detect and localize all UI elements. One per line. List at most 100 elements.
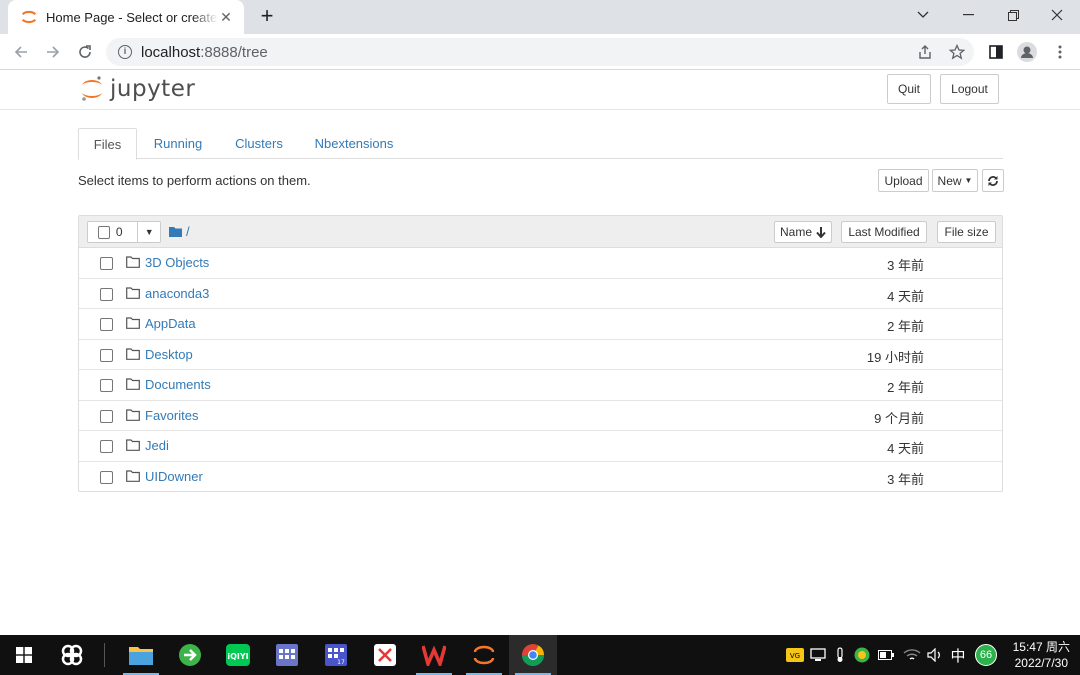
table-row[interactable]: 3D Objects 3 年前 (79, 248, 1002, 279)
side-panel-icon[interactable] (986, 42, 1006, 62)
address-bar[interactable]: i localhost:8888/tree (106, 38, 974, 66)
tray-app-ball-icon[interactable] (852, 635, 872, 675)
sort-name-button[interactable]: Name (774, 221, 832, 243)
tab-running[interactable]: Running (144, 128, 212, 159)
site-info-icon[interactable]: i (118, 45, 132, 59)
jupyter-logo-text: jupyter (110, 76, 196, 102)
tray-monitor-icon[interactable] (808, 635, 828, 675)
calendar-17-icon[interactable]: 17 (312, 635, 360, 675)
row-checkbox[interactable] (100, 287, 113, 301)
row-checkbox[interactable] (100, 470, 113, 484)
row-checkbox[interactable] (100, 379, 113, 392)
svg-text:iQIYI: iQIYI (227, 652, 248, 661)
folder-icon (126, 378, 140, 390)
sort-size-button[interactable]: File size (937, 221, 996, 243)
iqiyi-icon[interactable]: iQIYI (214, 635, 262, 675)
select-all-checkbox[interactable] (98, 225, 110, 239)
app-launcher-icon[interactable] (48, 635, 96, 675)
new-dropdown-button[interactable]: New ▼ (932, 169, 978, 192)
table-row[interactable]: Documents 2 年前 (79, 370, 1002, 401)
row-modified: 2 年前 (887, 319, 924, 334)
tray-wifi-icon[interactable] (901, 635, 923, 675)
row-name-link[interactable]: Desktop (145, 347, 193, 362)
refresh-icon (988, 175, 998, 186)
xmind-icon[interactable] (361, 635, 409, 675)
logout-button[interactable]: Logout (940, 74, 999, 104)
browser-tab[interactable]: Home Page - Select or create a notebook … (8, 0, 244, 34)
svg-text:VG: VG (790, 652, 800, 660)
bookmark-star-icon[interactable] (947, 42, 967, 62)
windows-start-icon[interactable] (0, 635, 48, 675)
windows-taskbar: iQIYI 17 VG 中 66 15:47 周六 2022/7/30 (0, 635, 1080, 675)
table-row[interactable]: Favorites 9 个月前 (79, 401, 1002, 431)
calendar-app-icon[interactable] (263, 635, 311, 675)
tab-nbextensions[interactable]: Nbextensions (306, 128, 402, 159)
tab-files[interactable]: Files (78, 128, 137, 160)
minimize-icon[interactable] (945, 0, 991, 30)
tray-badge[interactable]: 66 (973, 635, 999, 675)
file-explorer-icon[interactable] (117, 635, 165, 675)
sort-name-label: Name (779, 225, 812, 239)
row-checkbox[interactable] (100, 257, 113, 270)
tray-volume-icon[interactable] (924, 635, 946, 675)
row-modified: 9 个月前 (874, 410, 924, 426)
refresh-button[interactable] (982, 169, 1004, 192)
tray-thermometer-icon[interactable] (830, 635, 850, 675)
row-checkbox[interactable] (100, 348, 113, 362)
address-url: localhost:8888/tree (141, 43, 268, 61)
table-row[interactable]: UIDowner 3 年前 (79, 462, 1002, 493)
jupyter-logo[interactable]: jupyter (80, 75, 195, 103)
close-tab-icon[interactable]: ✕ (218, 9, 234, 25)
table-row[interactable]: Jedi 4 天前 (79, 431, 1002, 462)
row-modified: 19 小时前 (866, 349, 924, 365)
back-arrow-icon[interactable] (8, 39, 34, 65)
table-row[interactable]: AppData 2 年前 (79, 309, 1002, 340)
row-name-link[interactable]: anaconda3 (145, 286, 209, 301)
sort-modified-button[interactable]: Last Modified (841, 221, 927, 243)
restore-icon[interactable] (990, 0, 1036, 30)
row-name-link[interactable]: Favorites (145, 408, 198, 423)
jupyter-taskbar-icon[interactable] (460, 635, 508, 675)
tab-search-icon[interactable] (900, 0, 946, 30)
tray-battery-icon[interactable] (876, 635, 896, 675)
jupyter-header: jupyter Quit Logout (0, 70, 1080, 110)
forward-arrow-icon[interactable] (40, 39, 66, 65)
new-tab-icon[interactable]: + (256, 5, 278, 27)
row-checkbox[interactable] (100, 318, 113, 331)
row-modified: 3 年前 (887, 471, 924, 487)
tray-vpn-icon[interactable]: VG (784, 635, 806, 675)
tray-badge-count: 66 (975, 644, 997, 666)
share-icon[interactable] (915, 42, 935, 62)
folder-home-icon (169, 227, 182, 237)
chrome-taskbar-icon[interactable] (509, 635, 557, 675)
browser-toolbar: i localhost:8888/tree (0, 34, 1080, 70)
clock-time: 15:47 周六 (1012, 640, 1070, 654)
breadcrumb[interactable]: / (169, 224, 190, 239)
row-checkbox[interactable] (100, 440, 113, 453)
wps-office-icon[interactable] (410, 635, 458, 675)
tab-clusters[interactable]: Clusters (224, 128, 294, 159)
new-button-label: New (937, 173, 962, 188)
breadcrumb-root[interactable]: / (186, 224, 190, 239)
row-checkbox[interactable] (100, 409, 113, 423)
table-row[interactable]: anaconda3 4 天前 (79, 279, 1002, 309)
upload-button[interactable]: Upload (878, 169, 929, 192)
row-name-link[interactable]: UIDowner (145, 469, 203, 484)
quit-button[interactable]: Quit (887, 74, 931, 104)
row-name-link[interactable]: Documents (145, 377, 211, 392)
folder-icon (126, 286, 140, 299)
window-close-icon[interactable] (1034, 0, 1080, 30)
selected-count: 0 (115, 225, 123, 239)
row-name-link[interactable]: AppData (145, 316, 196, 331)
select-menu-caret-icon[interactable]: ▼ (137, 222, 160, 242)
row-name-link[interactable]: Jedi (145, 438, 169, 453)
file-list: 0 ▼ / Name Last Modified File size 3D Ob… (78, 215, 1003, 492)
profile-avatar-icon[interactable] (1017, 42, 1037, 62)
row-name-link[interactable]: 3D Objects (145, 255, 209, 270)
browser-menu-icon[interactable] (1050, 42, 1070, 62)
browser-green-icon[interactable] (166, 635, 214, 675)
reload-icon[interactable] (72, 39, 98, 65)
tray-ime-indicator[interactable]: 中 (947, 635, 969, 675)
taskbar-clock[interactable]: 15:47 周六 2022/7/30 (1013, 639, 1070, 671)
table-row[interactable]: Desktop 19 小时前 (79, 340, 1002, 370)
